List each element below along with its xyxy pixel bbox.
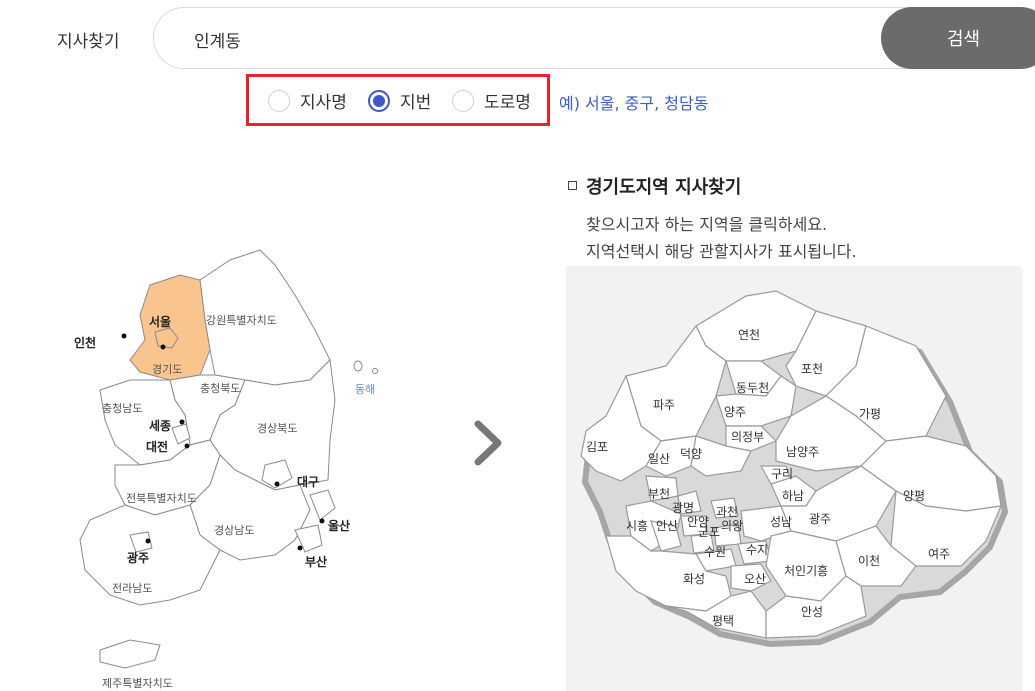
gg-label-bucheon: 부천 [648,486,670,501]
label-gyeonggi: 경기도 [152,363,182,376]
gg-label-yeoju: 여주 [928,547,950,561]
label-ulsan: 울산 [328,518,350,533]
label-gwangju: 광주 [127,550,149,565]
gg-label-paju: 파주 [653,398,675,412]
gg-label-icheon: 이천 [858,553,880,568]
gg-label-ilsan: 일산 [648,452,670,466]
gg-label-dongducheon: 동두천 [736,380,769,395]
gg-label-gwacheon: 과천 [716,504,738,519]
region-ulsan[interactable] [309,489,336,521]
radio-circle-selected[interactable] [368,89,390,112]
label-jeonbuk: 전북특별자치도 [126,492,197,505]
label-busan: 부산 [305,554,327,569]
gg-label-uiwang: 의왕 [721,519,743,533]
gg-label-guri: 구리 [771,467,793,481]
gg-label-namyangju: 남양주 [786,445,819,459]
gg-label-gwangju: 광주 [809,512,831,526]
gg-label-yangju: 양주 [724,405,746,419]
label-gyeongnam: 경상남도 [214,524,254,537]
search-button[interactable]: 검색 [881,7,1035,69]
label-donghae: 동해 [355,382,375,396]
radio-branch-name[interactable]: 지사명 [268,88,347,113]
square-bullet-icon [568,181,577,190]
ulleungdo-island [353,360,363,372]
gg-label-cheoingiheung: 처인기흥 [784,564,828,578]
gyeonggi-section-title: 경기도지역 지사찾기 [568,173,741,199]
label-gyeongbuk: 경상북도 [257,422,297,435]
label-jeju: 제주특별자치도 [102,677,173,690]
gg-label-siheung: 시흥 [626,519,648,533]
gg-label-deogyang: 덕양 [680,447,702,461]
korea-map: 서울 강원특별자치도 인천 경기도 충청북도 충청남도 세종 대전 경상북도 대… [74,249,378,690]
radio-lot-number[interactable]: 지번 [368,88,431,113]
gg-label-pocheon: 포천 [801,361,823,376]
label-chungnam: 충청남도 [102,402,142,415]
label-sejong: 세종 [149,418,171,433]
label-gangwon: 강원특별자치도 [206,314,277,327]
gg-label-hwaseong: 화성 [683,572,705,586]
label-incheon: 인천 [74,335,96,350]
gyeonggi-desc-2: 지역선택시 해당 관할지사가 표시됩니다. [586,242,857,261]
gg-label-gimpo: 김포 [586,440,608,454]
radio-circle[interactable] [268,89,290,112]
label-seoul: 서울 [149,314,171,329]
radio-road-name[interactable]: 도로명 [452,88,531,113]
radio-label: 지사명 [300,93,347,113]
label-daejeon: 대전 [146,439,168,454]
label-chungbuk: 충청북도 [200,382,240,395]
search-input[interactable] [194,26,834,52]
gg-label-pyeongtaek: 평택 [712,614,734,628]
gyeonggi-desc-1: 찾으시고자 하는 지역을 클릭하세요. [586,215,828,234]
region-jeju[interactable] [99,639,161,669]
gg-label-suji: 수지 [746,543,768,557]
chevron-right-icon [474,420,502,466]
gg-label-osan: 오산 [744,572,766,586]
search-label: 지사찾기 [57,32,120,52]
gg-label-gwangmyeong: 광명 [672,501,694,515]
radio-circle[interactable] [452,89,474,112]
gg-label-suwon: 수원 [704,545,726,559]
radio-label: 지번 [400,93,432,113]
gg-label-yangpyeong: 양평 [903,489,925,503]
gg-label-yeoncheon: 연천 [738,327,760,342]
label-jeonnam: 전라남도 [112,582,152,595]
dokdo-island [372,368,378,374]
gg-label-hanam: 하남 [782,489,804,503]
gg-label-seongnam: 성남 [770,515,792,529]
gyeonggi-map: 연천 포천 동두천 파주 양주 가평 의정부 김포 일산 덕양 남양주 구리 부… [580,290,1009,648]
gg-label-gapyeong: 가평 [859,407,881,421]
gg-label-uijeongbu: 의정부 [731,430,764,444]
search-example: 예) 서울, 중구, 청담동 [559,94,709,113]
gg-label-gunpo: 군포 [698,525,720,539]
gg-label-ansan: 안산 [656,519,678,533]
gg-label-anseong: 안성 [801,605,823,619]
label-daegu: 대구 [297,475,319,489]
radio-label: 도로명 [484,93,531,113]
